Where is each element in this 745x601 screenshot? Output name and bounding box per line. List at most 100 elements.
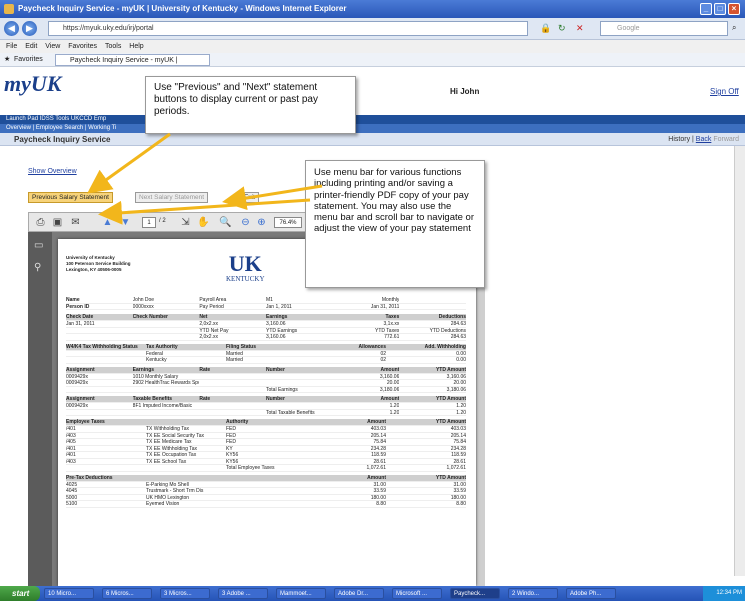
check-header: Check Date Check Number Net Earnings Taxes De… — [66, 314, 466, 321]
myuk-logo[interactable]: myUK — [4, 71, 61, 97]
taskbar-task[interactable]: Microsoft ... — [392, 588, 442, 599]
statement-cell: Number — [266, 366, 285, 373]
pages-panel-icon[interactable]: ▭ — [34, 240, 43, 251]
favorites-star-icon[interactable]: ★ — [4, 53, 10, 67]
statement-cell: Jan 31, 2011 — [370, 303, 400, 309]
uk-logo-text: UK — [228, 251, 262, 276]
minimize-button[interactable]: _ — [700, 3, 712, 15]
zoom-level-input[interactable]: 76.4% — [274, 217, 302, 228]
menu-file[interactable]: File — [6, 43, 17, 50]
statement-cell: Check Date — [66, 314, 94, 320]
forward-link[interactable]: Forward — [713, 136, 739, 143]
taskbar-task[interactable]: Adobe Dr... — [334, 588, 384, 599]
menu-edit[interactable]: Edit — [25, 43, 37, 50]
subnav-links[interactable]: Overview | Employee Search | Working Ti — [6, 125, 116, 131]
portal-nav-tabs[interactable]: Launch Pad IDSS Tools UKCCD Emp — [6, 116, 106, 122]
statement-cell: UK HMO Lexington — [146, 494, 190, 500]
browser-menu-bar: File Edit View Favorites Tools Help — [0, 40, 745, 53]
statement-cell — [146, 475, 226, 481]
statement-cell — [199, 374, 266, 380]
zoom-tool-icon[interactable]: 🔍 — [219, 216, 232, 229]
menu-help[interactable]: Help — [129, 43, 143, 50]
taskbar: start 10 Micro... 6 Micros... 3 Micros... 3… — [0, 586, 745, 601]
taskbar-task[interactable]: 2 Windo... — [508, 588, 558, 599]
back-link[interactable]: Back — [696, 136, 712, 143]
statement-cell: YTD Net Pay — [199, 327, 229, 333]
statement-cell — [266, 374, 333, 380]
statement-cell: Deductions — [438, 314, 467, 320]
search-icon[interactable]: ⌕ — [732, 23, 736, 33]
show-overview-link[interactable]: Show Overview — [28, 168, 77, 175]
taskbar-task[interactable]: 6 Micros... — [102, 588, 152, 599]
statement-cell: 1,072.61 — [366, 465, 386, 471]
statement-cell: 3,180.06 — [379, 386, 400, 392]
page-scrollbar[interactable] — [734, 146, 745, 576]
url-input[interactable]: https://myuk.uky.edu/irj/portal — [48, 21, 528, 36]
tab-paycheck[interactable]: Paycheck Inquiry Service - myUK | Univer… — [55, 54, 210, 75]
statement-cell: Amount — [367, 474, 386, 481]
statement-cell: 1010 Monthly Salary — [132, 373, 179, 379]
statement-cell: Payroll Area — [199, 297, 227, 303]
statement-cell: Total Employee Taxes — [226, 465, 275, 471]
zoom-in-icon[interactable]: ⊕ — [255, 216, 268, 229]
exit-button[interactable]: Exit — [240, 192, 259, 203]
statement-cell — [226, 482, 306, 488]
statement-cell: Jan 31, 2011 — [66, 321, 95, 327]
statement-cell: Monthly — [381, 297, 400, 303]
address-line: Lexington, KY 40506-0005 — [66, 267, 122, 272]
statement-cell — [266, 403, 333, 409]
save-icon[interactable]: ▣ — [51, 216, 64, 229]
history-link[interactable]: History — [668, 136, 690, 143]
search-input[interactable]: Google — [600, 21, 728, 36]
taskbar-task[interactable]: 3 Adobe ... — [218, 588, 268, 599]
taskbar-task[interactable]: Paycheck... — [450, 588, 500, 599]
zoom-out-icon[interactable]: ⊖ — [239, 216, 252, 229]
start-button[interactable]: start — [0, 586, 40, 601]
taskbar-task[interactable]: 10 Micro... — [44, 588, 94, 599]
page-down-icon[interactable]: ▼ — [119, 216, 132, 229]
statement-cell: YTD Taxes — [374, 327, 400, 333]
favorites-button[interactable]: Favorites — [14, 53, 43, 67]
statement-cell — [66, 465, 146, 471]
forward-arrow-icon[interactable]: ▶ — [22, 21, 37, 36]
statement-cell: 3,1x.xx — [383, 321, 400, 327]
statement-cell: 3,160.06 — [266, 321, 286, 327]
next-statement-button[interactable]: Next Salary Statement — [135, 192, 209, 203]
statement-cell: /405 — [66, 439, 76, 445]
statement-cell: Employee Taxes — [66, 419, 105, 425]
taskbar-task[interactable]: 3 Micros... — [160, 588, 210, 599]
taskbar-task[interactable]: Mammoet... — [276, 588, 326, 599]
statement-tables: Name John Doe Payroll Area M1 Monthly Person … — [66, 297, 466, 508]
statement-cell: 3,160.06 — [379, 373, 400, 379]
page-number: 1 — [147, 220, 151, 226]
menu-view[interactable]: View — [45, 43, 60, 50]
statement-cell: Kentucky — [146, 357, 167, 363]
maximize-button[interactable]: □ — [714, 3, 726, 15]
lock-icon[interactable]: 🔒 — [540, 23, 551, 34]
attachments-icon[interactable]: ⚲ — [34, 262, 41, 273]
menu-favorites[interactable]: Favorites — [68, 43, 97, 50]
statement-cell: 5000 — [66, 494, 78, 500]
stop-icon[interactable]: ✕ — [576, 23, 584, 34]
hand-tool-icon[interactable]: ✋ — [197, 216, 210, 229]
statement-cell: Total Taxable Benefits — [266, 409, 315, 415]
statement-cell — [66, 357, 146, 363]
back-arrow-icon[interactable]: ◀ — [4, 21, 19, 36]
statement-cell: Name — [66, 297, 80, 303]
page-title-bar: Paycheck Inquiry Service History | Back … — [0, 133, 745, 146]
page-up-icon[interactable]: ▲ — [101, 216, 114, 229]
print-icon[interactable]: ⎙ — [34, 216, 47, 229]
page-number-input[interactable]: 1 — [142, 217, 156, 228]
statement-cell: Amount — [367, 419, 386, 425]
statement-cell — [199, 410, 266, 416]
select-tool-icon[interactable]: ⇲ — [179, 216, 192, 229]
close-button[interactable]: × — [728, 3, 740, 15]
previous-statement-button[interactable]: Previous Salary Statement — [28, 192, 113, 203]
sign-off-link[interactable]: Sign Off — [710, 87, 739, 96]
email-icon[interactable]: ✉ — [69, 216, 82, 229]
refresh-icon[interactable]: ↻ — [558, 23, 566, 34]
taskbar-task[interactable]: Adobe Ph... — [566, 588, 616, 599]
statement-cell — [226, 475, 306, 481]
statement-cell: KY — [226, 445, 233, 451]
menu-tools[interactable]: Tools — [105, 43, 121, 50]
